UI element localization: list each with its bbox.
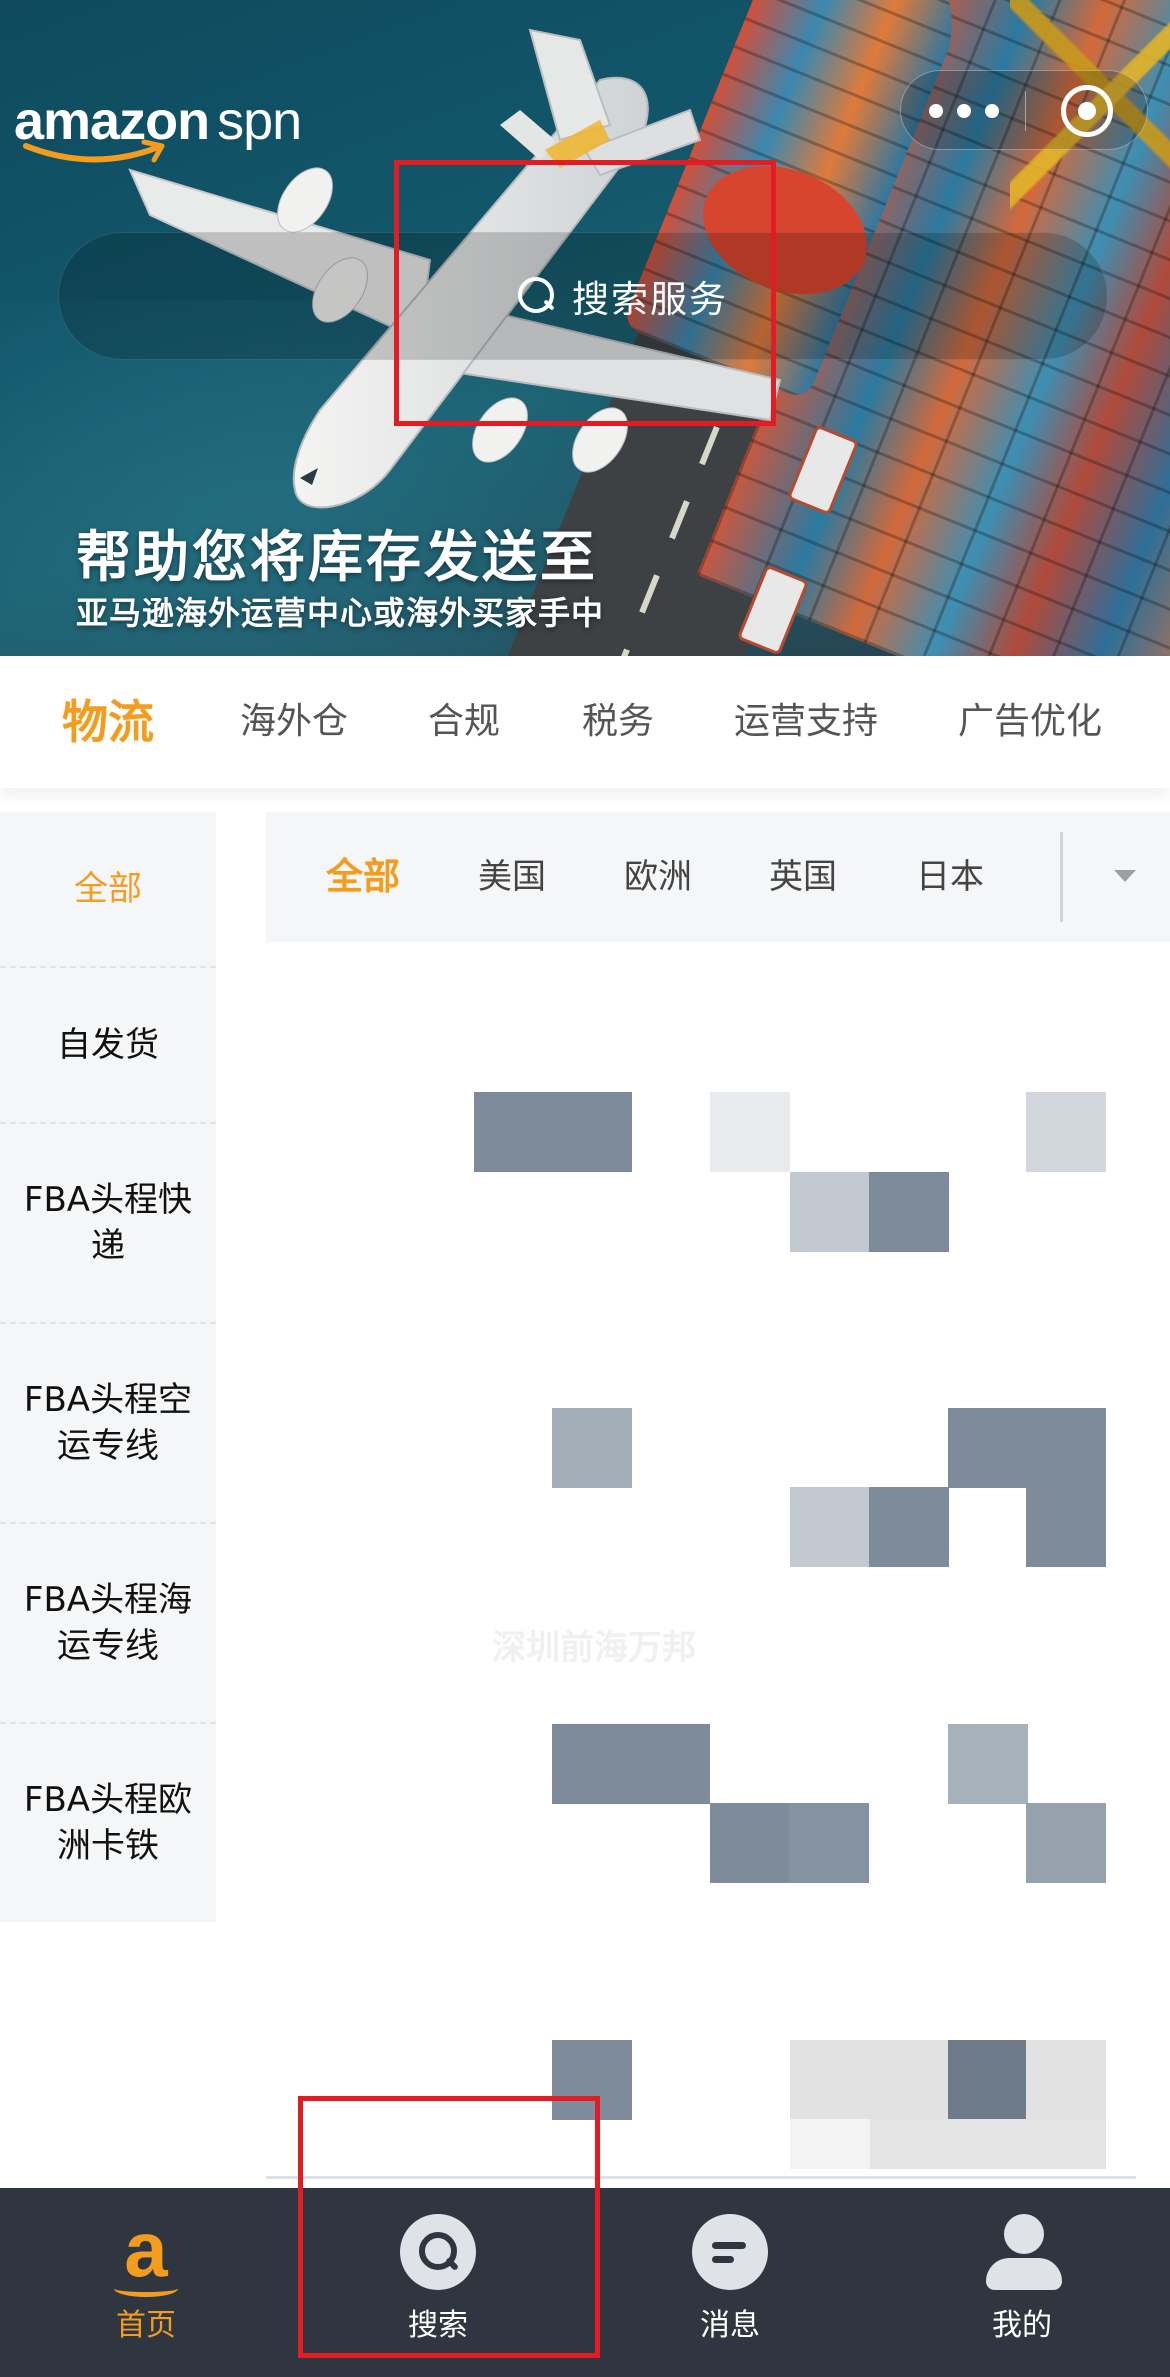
sidebar-item-label: FBA头程海 运专线 — [23, 1580, 193, 1666]
loading-block — [789, 1803, 869, 1883]
loading-block — [1026, 1092, 1106, 1172]
nav-profile-label: 我的 — [992, 2308, 1052, 2343]
nav-messages[interactable]: 消息 — [584, 2188, 876, 2377]
loading-block — [869, 1172, 949, 1252]
search-input[interactable]: 搜索服务 — [58, 232, 1108, 360]
loading-block — [552, 1408, 632, 1488]
tab-operation-support[interactable]: 运营支持 — [734, 656, 878, 788]
sidebar-item-label: FBA头程欧 洲卡铁 — [23, 1780, 193, 1866]
loading-block — [790, 2040, 948, 2120]
sidebar-item-label: FBA头程空 运专线 — [23, 1380, 193, 1466]
loading-block — [474, 1092, 632, 1172]
region-tab-all[interactable]: 全部 — [326, 812, 400, 942]
region-tab-us[interactable]: 美国 — [478, 812, 546, 942]
loading-block — [1026, 2040, 1106, 2120]
amazon-smile-logo — [23, 139, 165, 163]
tab-logistics[interactable]: 物流 — [62, 656, 154, 788]
loading-block — [948, 1724, 1028, 1804]
search-icon — [400, 2214, 476, 2290]
region-tab-eu[interactable]: 欧洲 — [624, 812, 692, 942]
sidebar-item-label: 自发货 — [57, 1025, 159, 1065]
region-tab-uk[interactable]: 英国 — [769, 812, 837, 942]
banner-title: 帮助您将库存发送至 — [76, 525, 599, 589]
loading-block — [1026, 1803, 1106, 1883]
amazon-a-icon: a — [108, 2210, 184, 2297]
loading-block — [948, 1408, 1106, 1488]
tab-tax[interactable]: 税务 — [582, 656, 654, 788]
search-icon — [518, 277, 556, 315]
sidebar-item-self-ship[interactable]: 自发货 — [0, 968, 216, 1124]
loading-block — [710, 1803, 790, 1883]
ellipsis-icon[interactable] — [929, 95, 999, 127]
user-icon — [984, 2214, 1062, 2290]
nav-home[interactable]: a 首页 — [0, 2188, 292, 2377]
bottom-nav: a 首页 搜索 消息 我的 — [0, 2188, 1170, 2377]
loading-block — [790, 1172, 870, 1252]
region-divider — [1060, 832, 1063, 922]
nav-search[interactable]: 搜索 — [292, 2188, 584, 2377]
capsule-divider — [1025, 91, 1026, 131]
region-tabs: 全部 美国 欧洲 英国 日本 — [266, 812, 1170, 942]
nav-profile[interactable]: 我的 — [876, 2188, 1168, 2377]
loading-block — [790, 2119, 870, 2169]
sidebar-item-fba-sea[interactable]: FBA头程海 运专线 — [0, 1524, 216, 1724]
tab-ad-optimization[interactable]: 广告优化 — [958, 656, 1102, 788]
search-placeholder: 搜索服务 — [572, 278, 728, 321]
tab-overseas-warehouse[interactable]: 海外仓 — [240, 656, 348, 788]
sidebar-item-fba-eu-rail[interactable]: FBA头程欧 洲卡铁 — [0, 1724, 216, 1922]
amazon-spn-logo: amazon spn — [14, 90, 304, 163]
sidebar-item-fba-express[interactable]: FBA头程快 递 — [0, 1124, 216, 1324]
loading-block — [552, 1724, 710, 1804]
loading-block — [1026, 1487, 1106, 1567]
sidebar-item-all[interactable]: 全部 — [0, 812, 216, 968]
loading-block — [790, 1487, 870, 1567]
nav-search-label: 搜索 — [408, 2308, 468, 2343]
banner-subtitle: 亚马逊海外运营中心或海外买家手中 — [76, 594, 605, 632]
message-icon — [692, 2214, 768, 2290]
tab-compliance[interactable]: 合规 — [428, 656, 500, 788]
loading-block — [869, 1487, 949, 1567]
chevron-down-icon[interactable] — [1100, 862, 1160, 892]
loading-block — [552, 2040, 632, 2120]
service-type-sidebar: 全部 自发货 FBA头程快 递 FBA头程空 运专线 FBA头程海 运专线 FB… — [0, 812, 216, 1922]
sidebar-item-label: 全部 — [74, 869, 142, 909]
miniapp-capsule — [900, 70, 1148, 150]
sidebar-item-label: FBA头程快 递 — [23, 1180, 193, 1266]
content-divider — [266, 2176, 1136, 2179]
provider-name-faint: 深圳前海万邦 — [492, 1628, 696, 1668]
category-tabs: 物流 海外仓 合规 税务 运营支持 广告优化 — [0, 656, 1170, 788]
hero-banner: amazon spn 搜索服务 帮助您将库存发送至 亚马逊海外运营中心或海外买家手… — [0, 0, 1170, 656]
region-tab-jp[interactable]: 日本 — [916, 812, 984, 942]
loading-block — [710, 1092, 790, 1172]
nav-home-label: 首页 — [116, 2308, 176, 2343]
service-list-loading: 深圳前海万邦 — [236, 960, 1136, 2170]
sidebar-item-fba-air[interactable]: FBA头程空 运专线 — [0, 1324, 216, 1524]
target-icon[interactable] — [1061, 85, 1113, 137]
loading-block — [948, 2040, 1028, 2120]
nav-messages-label: 消息 — [700, 2308, 760, 2343]
